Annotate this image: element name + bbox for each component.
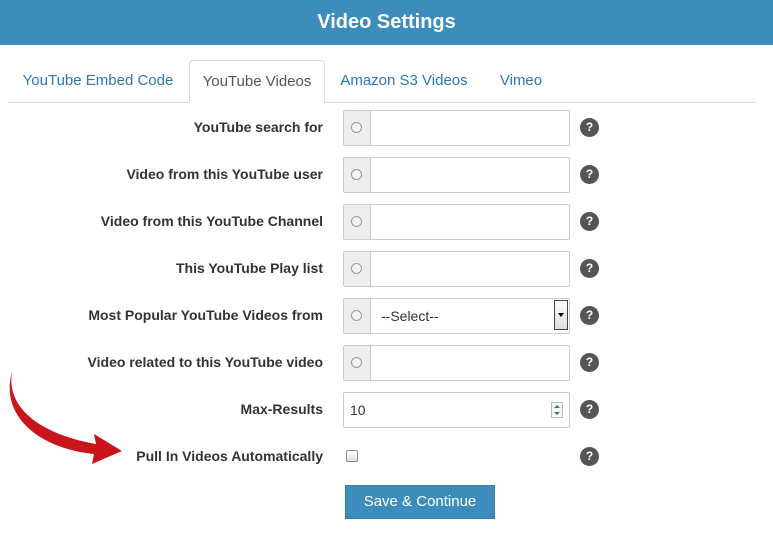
chevron-down-icon[interactable]	[554, 300, 568, 330]
radio-addon	[344, 346, 371, 380]
radio-addon	[344, 252, 371, 286]
radio-addon	[344, 205, 371, 239]
most-popular-select[interactable]: --Select--	[371, 299, 569, 333]
form-row-most-popular: Most Popular YouTube Videos from --Selec…	[0, 298, 773, 334]
help-icon[interactable]: ?	[580, 165, 599, 184]
field-label: Pull In Videos Automatically	[136, 448, 323, 464]
arrow-annotation	[9, 372, 122, 464]
radio-icon[interactable]	[351, 357, 362, 368]
radio-icon[interactable]	[351, 169, 362, 180]
radio-icon[interactable]	[351, 216, 362, 227]
save-continue-button[interactable]: Save & Continue	[345, 485, 495, 519]
tab-amazon-s3-videos[interactable]: Amazon S3 Videos	[333, 60, 475, 102]
tab-bar: YouTube Embed Code YouTube Videos Amazon…	[8, 60, 756, 103]
form-row-user: Video from this YouTube user ?	[0, 157, 773, 193]
field-label: Video from this YouTube user	[126, 166, 323, 182]
input-group	[343, 157, 570, 193]
field-label: Most Popular YouTube Videos from	[88, 307, 323, 323]
tab-vimeo[interactable]: Vimeo	[486, 60, 556, 102]
arrow-body	[9, 372, 122, 464]
help-icon[interactable]: ?	[580, 400, 599, 419]
help-icon[interactable]: ?	[580, 118, 599, 137]
help-icon[interactable]: ?	[580, 447, 599, 466]
form-row-playlist: This YouTube Play list ?	[0, 251, 773, 287]
radio-addon	[344, 158, 371, 192]
tab-youtube-videos[interactable]: YouTube Videos	[189, 60, 325, 103]
input-group: --Select--	[343, 298, 570, 334]
radio-addon	[344, 111, 371, 145]
input-group	[343, 251, 570, 287]
form-row-channel: Video from this YouTube Channel ?	[0, 204, 773, 240]
youtube-search-input[interactable]	[371, 111, 568, 145]
select-value: --Select--	[381, 308, 439, 324]
youtube-user-input[interactable]	[371, 158, 568, 192]
radio-icon[interactable]	[351, 263, 362, 274]
youtube-channel-input[interactable]	[371, 205, 568, 239]
input-group	[343, 204, 570, 240]
max-results-input[interactable]	[344, 393, 549, 427]
related-video-input[interactable]	[371, 346, 568, 380]
help-icon[interactable]: ?	[580, 259, 599, 278]
tab-youtube-embed-code[interactable]: YouTube Embed Code	[8, 60, 188, 102]
help-icon[interactable]: ?	[580, 212, 599, 231]
field-label: This YouTube Play list	[175, 260, 323, 276]
youtube-playlist-input[interactable]	[371, 252, 568, 286]
field-label: YouTube search for	[193, 119, 323, 135]
page-title: Video Settings	[317, 11, 456, 33]
radio-icon[interactable]	[351, 122, 362, 133]
input-group	[343, 110, 570, 146]
radio-addon	[344, 299, 371, 333]
auto-pull-checkbox[interactable]	[346, 450, 358, 462]
help-icon[interactable]: ?	[580, 306, 599, 325]
input-group	[343, 345, 570, 381]
spinner-icon[interactable]	[551, 402, 563, 418]
field-label: Video from this YouTube Channel	[100, 213, 323, 229]
number-input-group	[343, 392, 570, 428]
radio-icon[interactable]	[351, 310, 362, 321]
help-icon[interactable]: ?	[580, 353, 599, 372]
field-label: Max-Results	[240, 401, 323, 417]
form-row-search: YouTube search for ?	[0, 110, 773, 146]
settings-header: Video Settings	[0, 0, 773, 45]
